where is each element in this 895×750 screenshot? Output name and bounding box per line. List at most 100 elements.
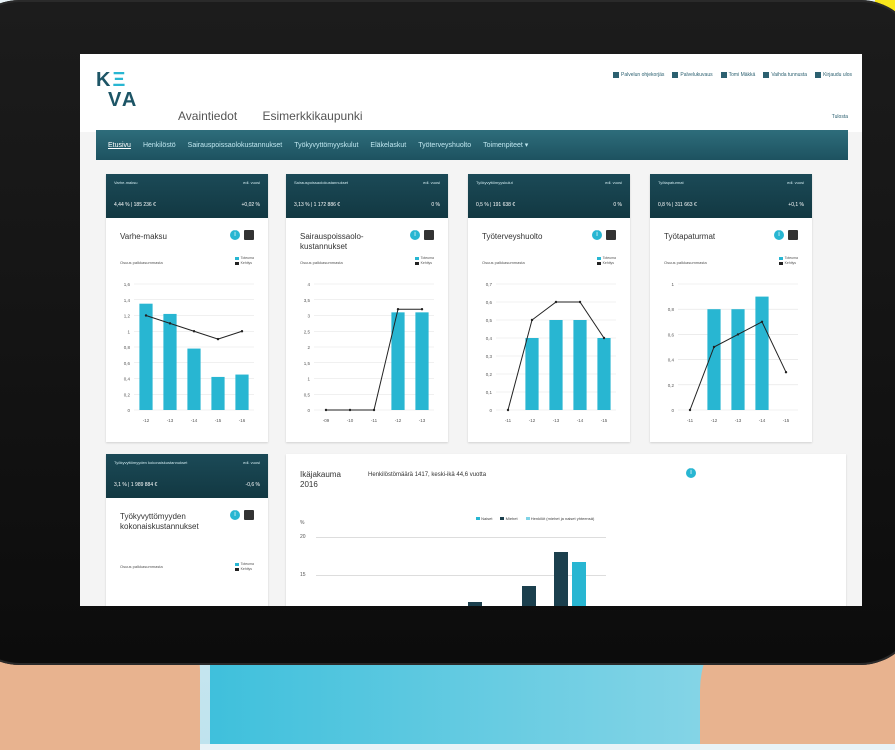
x-tick-label: -11 [505,418,512,423]
info-icon[interactable]: i [774,230,784,240]
x-tick-label: -15 [783,418,790,423]
bar-line-chart: 0,7 0,6 0,5 0,4 0,3 0,2 0,1 0 -11 -12 -13 -14 -15 [486,282,616,423]
kpi-info: edl. vuosi [787,180,804,185]
bar-line-chart: 1 0,8 0,6 0,4 0,2 0 -11 -12 -13 -14 -15 [668,282,798,423]
nav-item-health[interactable]: Työterveyshuolto [418,142,471,149]
nav-item-disability[interactable]: Työkyvyttömyyskulut [294,142,358,149]
trend-point [784,371,788,374]
y-tick-label: 0 [489,408,492,413]
kpi-header: Varhe-maksu edl. vuosi 4,44 % | 185 236 … [106,174,268,218]
top-link-description[interactable]: Palvelukuvaus [672,72,713,78]
kpi-info: edl. vuosi [243,460,260,465]
y-tick-label: 0,4 [668,358,675,363]
y-tick-label: 0,8 [668,307,675,312]
x-tick-label: -13 [553,418,560,423]
bar [573,320,587,410]
kpi-change: -0,6 % [245,482,260,488]
age-bar [522,586,536,606]
chart-card-3[interactable]: Työtapaturmat edl. vuosi 0,8 % | 311 663… [650,174,812,442]
y-tick-label: 0,2 [124,392,131,397]
card-subhead: Osuus palkkasummasta [482,260,525,265]
save-icon[interactable] [244,510,254,520]
trend-point [192,330,196,333]
app-title: Avaintiedot [178,109,238,123]
nav-item-actions[interactable]: Toimenpiteet ▾ [483,141,528,149]
trend-point [602,336,606,340]
top-bar: KΞ VA Avaintiedot Esimerkkikaupunki Palve… [80,54,862,132]
info-icon[interactable]: i [410,230,420,240]
nav-item-staff[interactable]: Henkilöstö [143,142,176,149]
age-bar [572,562,586,606]
bar-line-chart: 1,6 1,4 1,2 1 0,8 0,6 0,4 0,2 0 -12 -13 -14 -15 -16 [124,282,254,423]
swap-icon [763,72,770,78]
chart-card-0[interactable]: Varhe-maksu edl. vuosi 4,44 % | 185 236 … [106,174,268,442]
home-icon [613,72,620,78]
kpi-change: 0 % [431,202,440,208]
print-link[interactable]: Tulosta [832,114,848,120]
card-total-costs[interactable]: Työkyvyttömyyden kokonaiskustannukset ed… [106,454,268,606]
y-tick-label: 0,2 [668,383,675,388]
trend-point [396,308,400,311]
x-tick-label: -13 [167,418,174,423]
card-legend: Toteuma Kehitys [596,256,616,266]
kpi-info: edl. vuosi [605,180,622,185]
x-tick-label: -09 [323,418,330,423]
kpi-name: Työkyvyttömyyskulut [476,180,513,185]
keva-logo: KΞ VA [96,69,139,111]
y-tick-label: 0 [127,408,130,413]
trend-point [530,318,534,322]
info-icon[interactable]: i [230,510,240,520]
y-tick-label: 0,6 [486,300,493,305]
nav-item-pension[interactable]: Eläkelaskut [370,142,406,149]
card-age-distribution[interactable]: Ikäjakauma 2016 Henkilöstömäärä 1417, ke… [286,454,846,606]
trend-point [144,314,148,317]
card-legend: Toteuma Kehitys [778,256,798,266]
top-link-logout[interactable]: Kirjaudu ulos [815,72,852,78]
info-icon[interactable]: i [686,468,696,478]
info-icon[interactable]: i [592,230,602,240]
top-links: Palvelun ohjekorjäs Palvelukuvaus Tomi M… [613,72,852,78]
save-icon[interactable] [606,230,616,240]
x-tick-label: -15 [601,418,608,423]
bar [139,303,153,410]
info-icon[interactable]: i [230,230,240,240]
kpi-info: edl. vuosi [243,180,260,185]
top-link-user[interactable]: Tomi Mäkkä [720,72,755,78]
card-subhead: Osuus palkkasummasta [664,260,707,265]
y-tick-label: 0,5 [486,318,493,323]
top-link-change[interactable]: Vaihda tunnusta [763,72,807,78]
bar [731,309,745,410]
bar [525,338,539,410]
age-subtitle: Henkilöstömäärä 1417, keski-ikä 44,6 vuo… [368,472,487,478]
trend-point [420,308,424,311]
x-tick-label: -12 [143,418,150,423]
card-title: Työterveyshuolto [482,232,543,241]
save-icon[interactable] [244,230,254,240]
y-tick-label: 2 [307,345,310,350]
age-legend: Naiset Miehet Henkilöt (miehet ja naiset… [476,516,594,521]
card-title: Varhe-maksu [120,232,167,241]
y-tick-label: 0,1 [486,390,493,395]
top-link-help[interactable]: Palvelun ohjekorjäs [613,72,664,78]
x-tick-label: -14 [759,418,766,423]
y-tick-label: 3,5 [304,298,311,303]
y-tick-label: 0,2 [486,372,493,377]
trend-point [168,322,172,325]
card-title: Sairauspoissaolo-kustannukset [300,232,364,251]
x-tick-label: -13 [735,418,742,423]
logout-icon [815,72,822,78]
y-tick-label: 0,4 [124,377,131,382]
y-tick-label: 0,7 [486,282,493,287]
save-icon[interactable] [788,230,798,240]
bar [211,376,225,410]
nav-item-sick-leave[interactable]: Sairauspoissaolokustannukset [188,142,283,149]
gridline [316,537,606,538]
y-tick-label: 1 [671,282,674,287]
chart-card-1[interactable]: Sairauspoissaolokustannukset edl. vuosi … [286,174,448,442]
y-tick-label: 0 [307,408,310,413]
chart-card-2[interactable]: Työkyvyttömyyskulut edl. vuosi 0,5 % | 1… [468,174,630,442]
nav-item-home[interactable]: Etusivu [108,142,131,149]
dashboard-screen: KΞ VA Avaintiedot Esimerkkikaupunki Palve… [80,54,862,606]
card-legend: Toteuma Kehitys [414,256,434,266]
save-icon[interactable] [424,230,434,240]
